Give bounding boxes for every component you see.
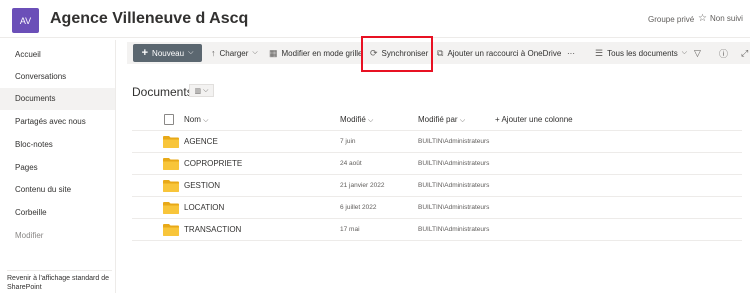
- sync-highlight-box: [361, 36, 433, 72]
- chevron-down-icon: ⌵: [203, 86, 209, 94]
- more-button[interactable]: ···: [567, 42, 575, 64]
- row-divider: [132, 196, 742, 197]
- folder-icon: [163, 201, 179, 214]
- nav-item-contenu-du-site[interactable]: Contenu du site: [0, 179, 115, 201]
- nav-item-partages[interactable]: Partagés avec nous: [0, 111, 115, 133]
- row-modified: 21 janvier 2022: [340, 182, 385, 189]
- chevron-down-icon: ⌵: [188, 49, 194, 56]
- row-name[interactable]: TRANSACTION: [184, 225, 241, 234]
- chevron-down-icon: ⌵: [681, 49, 688, 56]
- folder-icon: [163, 157, 179, 170]
- site-title[interactable]: Agence Villeneuve d Ascq: [50, 10, 248, 28]
- grid-edit-label: Modifier en mode grille: [281, 48, 363, 58]
- row-name[interactable]: GESTION: [184, 181, 220, 190]
- info-icon: ⓘ: [719, 48, 729, 59]
- folder-icon: [163, 179, 179, 192]
- left-navigation: Accueil Conversations Documents Partagés…: [0, 40, 116, 293]
- expand-icon: ⤢: [741, 47, 749, 58]
- classic-view-link[interactable]: Revenir à l'affichage standard de ShareP…: [7, 270, 112, 292]
- grid-icon: ▦: [269, 47, 278, 58]
- row-modified: 24 août: [340, 160, 362, 167]
- view-selector[interactable]: ☰ Tous les documents ⌵: [595, 42, 687, 64]
- list-view-icon: ☰: [595, 47, 604, 58]
- new-button-label: Nouveau: [152, 48, 185, 58]
- view-label: Tous les documents: [607, 48, 678, 58]
- column-name-label: Nom: [184, 115, 201, 124]
- command-bar: + Nouveau ⌵ ↑ Charger ⌵ ▦ Modifier en mo…: [127, 42, 750, 64]
- chevron-down-icon: ⌵: [368, 117, 374, 124]
- row-modified: 17 mai: [340, 226, 360, 233]
- add-shortcut-button[interactable]: ⧉ Ajouter un raccourci à OneDrive: [437, 42, 561, 64]
- nav-item-corbeille[interactable]: Corbeille: [0, 202, 115, 224]
- row-name[interactable]: LOCATION: [184, 203, 224, 212]
- filter-button[interactable]: ▽: [694, 42, 701, 64]
- view-switcher[interactable]: ▥ ⌵: [189, 84, 214, 97]
- upload-icon: ↑: [211, 48, 216, 58]
- row-modified-by[interactable]: BUILTIN\Administrateurs: [418, 182, 489, 189]
- grid-edit-button[interactable]: ▦ Modifier en mode grille: [269, 42, 362, 64]
- folder-icon: [163, 135, 179, 148]
- new-button[interactable]: + Nouveau ⌵: [133, 44, 202, 62]
- nav-item-pages[interactable]: Pages: [0, 157, 115, 179]
- column-modified-label: Modifié: [340, 115, 366, 124]
- row-modified-by[interactable]: BUILTIN\Administrateurs: [418, 160, 489, 167]
- site-header: AV Agence Villeneuve d Ascq Groupe privé…: [0, 0, 750, 38]
- nav-item-conversations[interactable]: Conversations: [0, 66, 115, 88]
- follow-label: Non suivi: [709, 14, 743, 23]
- chevron-down-icon: ⌵: [203, 117, 209, 124]
- column-header-modified[interactable]: Modifié ⌵: [340, 115, 373, 125]
- chevron-down-icon: ⌵: [252, 49, 258, 56]
- row-modified-by[interactable]: BUILTIN\Administrateurs: [418, 226, 489, 233]
- add-column-label: Ajouter une colonne: [501, 115, 573, 124]
- library-view-icon: ▥: [194, 87, 202, 95]
- info-button[interactable]: ⓘ: [719, 42, 728, 64]
- follow-button[interactable]: ☆ Non suivi: [698, 12, 743, 24]
- chevron-down-icon: ⌵: [459, 117, 466, 124]
- row-modified-by[interactable]: BUILTIN\Administrateurs: [418, 204, 489, 211]
- upload-button[interactable]: ↑ Charger ⌵: [211, 42, 258, 64]
- row-modified: 6 juillet 2022: [340, 204, 377, 211]
- plus-icon: +: [141, 47, 149, 59]
- row-divider: [132, 152, 742, 153]
- row-modified: 7 juin: [340, 138, 356, 145]
- header-divider: [132, 130, 742, 131]
- row-divider: [132, 174, 742, 175]
- nav-item-modifier[interactable]: Modifier: [0, 225, 115, 247]
- row-name[interactable]: COPROPRIETE: [184, 159, 242, 168]
- column-modified-by-label: Modifié par: [418, 115, 458, 124]
- expand-button[interactable]: ⤢: [741, 42, 748, 64]
- file-type-icon[interactable]: [164, 114, 174, 125]
- folder-icon: [163, 223, 179, 236]
- more-label: ···: [567, 48, 575, 58]
- column-header-name[interactable]: Nom ⌵: [184, 115, 208, 125]
- nav-item-documents[interactable]: Documents: [0, 88, 115, 110]
- filter-icon: ▽: [694, 47, 701, 58]
- row-divider: [132, 240, 742, 241]
- nav-item-bloc-notes[interactable]: Bloc-notes: [0, 134, 115, 156]
- add-column-button[interactable]: + Ajouter une colonne: [495, 115, 573, 124]
- library-title: Documents: [132, 85, 193, 99]
- row-divider: [132, 218, 742, 219]
- site-logo[interactable]: AV: [12, 8, 39, 33]
- star-icon: ☆: [698, 12, 707, 24]
- upload-label: Charger: [219, 48, 249, 58]
- privacy-label: Groupe privé: [648, 15, 695, 24]
- add-shortcut-label: Ajouter un raccourci à OneDrive: [447, 48, 562, 58]
- shortcut-icon: ⧉: [437, 47, 444, 58]
- nav-item-accueil[interactable]: Accueil: [0, 44, 115, 66]
- row-name[interactable]: AGENCE: [184, 137, 218, 146]
- column-header-modified-by[interactable]: Modifié par ⌵: [418, 115, 465, 125]
- row-modified-by[interactable]: BUILTIN\Administrateurs: [418, 138, 489, 145]
